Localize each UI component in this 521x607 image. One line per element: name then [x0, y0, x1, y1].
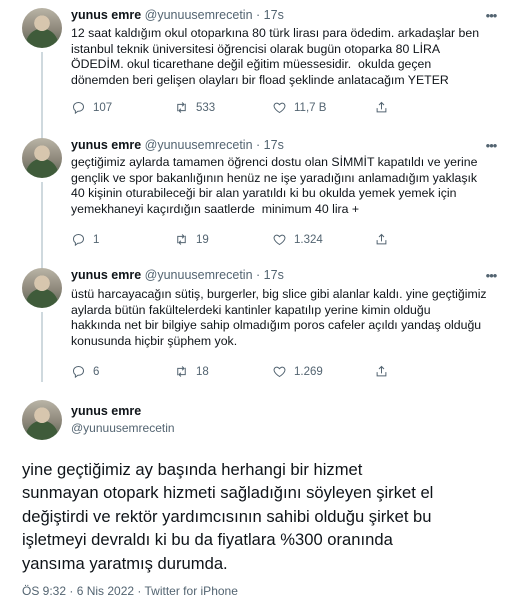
share-icon — [376, 233, 387, 245]
tweet-header: yunus emre @yunuusemrecetin · 17s — [71, 8, 284, 22]
reply-count: 1 — [93, 233, 100, 246]
share-button[interactable] — [374, 364, 389, 379]
tweet-actions: 107 533 11,7 B — [71, 100, 401, 118]
share-icon — [376, 101, 387, 113]
author-handle[interactable]: @yunuusemrecetin — [71, 421, 175, 435]
tweet-time[interactable]: 17s — [264, 8, 284, 22]
author-name[interactable]: yunus emre — [71, 8, 141, 22]
author-handle[interactable]: @yunuusemrecetin — [145, 138, 253, 152]
thread-line — [41, 182, 43, 270]
more-dots-icon[interactable]: ••• — [483, 138, 499, 154]
reply-icon — [72, 233, 85, 247]
avatar[interactable] — [22, 400, 62, 440]
reply-icon — [72, 101, 85, 115]
retweet-button[interactable]: 19 — [174, 232, 209, 247]
heart-icon — [273, 102, 286, 114]
tweet-meta[interactable]: ÖS 9:32 · 6 Nis 2022 · Twitter for iPhon… — [22, 584, 238, 598]
retweet-icon — [177, 366, 186, 377]
reply-count: 107 — [93, 101, 113, 114]
tweet-time[interactable]: 17s — [264, 268, 284, 282]
tweet-actions: 6 18 1.269 — [71, 364, 401, 382]
retweet-icon — [177, 102, 186, 113]
avatar[interactable] — [22, 8, 62, 48]
retweet-count: 19 — [196, 233, 209, 246]
reply-button[interactable]: 1 — [71, 232, 99, 247]
author-name[interactable]: yunus emre — [71, 138, 141, 152]
heart-icon — [273, 366, 286, 378]
retweet-button[interactable]: 18 — [174, 364, 209, 379]
retweet-count: 533 — [196, 101, 216, 114]
retweet-button[interactable]: 533 — [174, 100, 215, 115]
tweet-text: üstü harcayacağın sütiş, burgerler, big … — [71, 287, 487, 348]
heart-icon — [273, 234, 286, 246]
author-name[interactable]: yunus emre — [71, 404, 141, 418]
thread-line — [41, 52, 43, 140]
reply-button[interactable]: 6 — [71, 364, 99, 379]
share-button[interactable] — [374, 232, 389, 247]
author-handle[interactable]: @yunuusemrecetin — [145, 8, 253, 22]
more-dots-icon[interactable]: ••• — [483, 268, 499, 284]
main-tweet-text: yine geçtiğimiz ay başında herhangi bir … — [22, 460, 434, 573]
like-count: 1.324 — [294, 233, 323, 246]
reply-button[interactable]: 107 — [71, 100, 112, 115]
avatar[interactable] — [22, 268, 62, 308]
like-button[interactable]: 1.269 — [272, 364, 323, 379]
avatar[interactable] — [22, 138, 62, 178]
tweet-actions: 1 19 1.324 — [71, 232, 401, 250]
like-count: 11,7 B — [294, 101, 327, 114]
tweet-time[interactable]: 17s — [264, 138, 284, 152]
like-count: 1.269 — [294, 365, 323, 378]
reply-icon — [72, 365, 85, 379]
author-handle[interactable]: @yunuusemrecetin — [145, 268, 253, 282]
tweet-text: 12 saat kaldığım okul otoparkına 80 türk… — [71, 26, 480, 87]
tweet-header: yunus emre @yunuusemrecetin · 17s — [71, 138, 284, 152]
share-button[interactable] — [374, 100, 389, 115]
tweet-text: geçtiğimiz aylarda tamamen öğrenci dostu… — [71, 155, 478, 216]
tweet-header: yunus emre @yunuusemrecetin · 17s — [71, 268, 284, 282]
retweet-count: 18 — [196, 365, 209, 378]
like-button[interactable]: 11,7 B — [272, 100, 326, 115]
thread-line — [41, 312, 43, 382]
retweet-icon — [177, 234, 186, 245]
reply-count: 6 — [93, 365, 100, 378]
more-dots-icon[interactable]: ••• — [483, 8, 499, 24]
share-icon — [376, 365, 387, 377]
like-button[interactable]: 1.324 — [272, 232, 323, 247]
author-name[interactable]: yunus emre — [71, 268, 141, 282]
